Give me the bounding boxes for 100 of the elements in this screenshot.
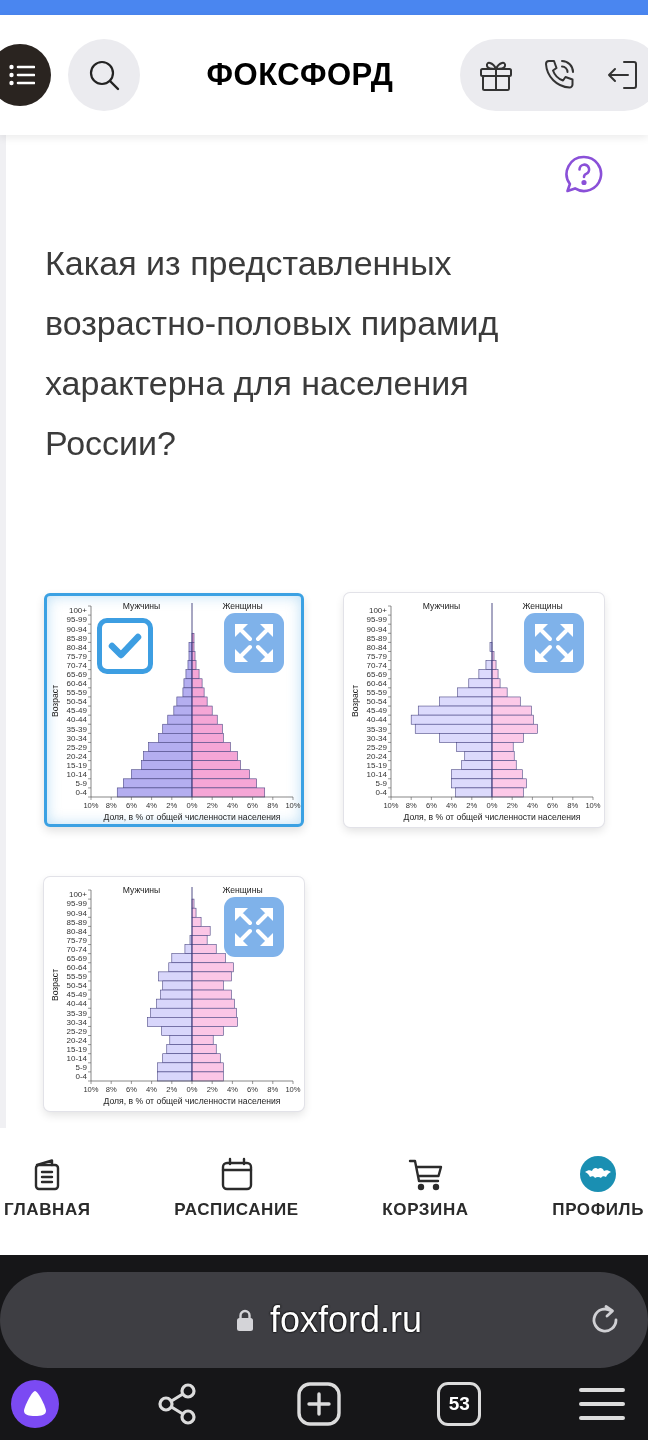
axis-title: Возраст xyxy=(350,684,360,718)
population-bar xyxy=(191,723,223,734)
answer-option[interactable] xyxy=(44,593,304,827)
population-bar xyxy=(157,1062,193,1073)
age-label: 30-34 xyxy=(66,733,87,743)
age-label: 55-59 xyxy=(366,688,387,698)
age-label: 90-94 xyxy=(66,624,87,634)
tabs-button[interactable]: 53 xyxy=(437,1382,482,1426)
new-tab-icon[interactable] xyxy=(296,1382,341,1426)
age-label: 75-79 xyxy=(66,935,87,945)
age-label: 100+ xyxy=(368,606,387,616)
age-label: 70-74 xyxy=(366,660,387,670)
population-bar xyxy=(191,733,224,743)
age-label: 60-64 xyxy=(66,963,87,973)
age-label: 20-24 xyxy=(366,751,387,761)
lock-icon xyxy=(235,1309,254,1331)
population-bar xyxy=(143,751,193,761)
nav-item[interactable]: ПРОФИЛЬ xyxy=(552,1156,644,1220)
url-text: foxford.ru xyxy=(269,1299,423,1341)
population-bar xyxy=(191,760,241,770)
population-bar xyxy=(191,980,224,991)
population-bar xyxy=(191,742,231,752)
population-bar xyxy=(191,714,218,725)
age-label: 5-9 xyxy=(75,1063,87,1073)
chart-annotation: Мужчины xyxy=(122,601,161,611)
age-label: 35-39 xyxy=(66,1008,87,1018)
population-bar xyxy=(451,778,493,789)
population-bar xyxy=(461,760,493,770)
population-bar xyxy=(191,1062,224,1073)
age-label: 0-4 xyxy=(75,788,87,798)
age-label: 50-54 xyxy=(66,981,87,991)
age-label: 95-99 xyxy=(66,615,87,625)
chart-annotation: Женщины xyxy=(222,885,263,895)
nav-item[interactable]: ГЛАВНАЯ xyxy=(4,1156,91,1220)
population-bar xyxy=(123,778,193,789)
age-label: 85-89 xyxy=(366,633,387,643)
age-label: 85-89 xyxy=(66,917,87,927)
age-label: 45-49 xyxy=(66,990,87,1000)
age-label: 45-49 xyxy=(66,706,87,716)
population-bar xyxy=(157,1071,193,1082)
help-icon[interactable] xyxy=(564,154,604,194)
age-label: 75-79 xyxy=(366,651,387,661)
population-bar xyxy=(464,751,493,761)
address-field[interactable]: foxford.ru xyxy=(0,1272,648,1368)
nav-item[interactable]: КОРЗИНА xyxy=(382,1156,469,1220)
age-label: 85-89 xyxy=(66,633,87,643)
age-label: 90-94 xyxy=(366,624,387,634)
axis-title: Возраст xyxy=(50,684,60,718)
population-bar xyxy=(191,769,250,780)
population-bar xyxy=(158,971,193,982)
menu-icon xyxy=(9,64,35,86)
chart-annotation: Мужчины xyxy=(422,601,461,611)
age-label: 80-84 xyxy=(66,926,87,936)
population-bar xyxy=(191,1053,221,1064)
population-bar xyxy=(455,787,493,798)
axis-title: Возраст xyxy=(50,968,60,1002)
population-bar xyxy=(191,705,213,716)
chart-annotation: Женщины xyxy=(222,601,263,611)
population-bar xyxy=(162,723,193,734)
axis-title: Доля, в % от общей численности населения xyxy=(103,1096,281,1106)
logout-icon[interactable] xyxy=(605,58,639,92)
age-label: 80-84 xyxy=(366,642,387,652)
logo-text[interactable]: ФОКСФОРД xyxy=(206,57,394,93)
menu-button[interactable] xyxy=(0,44,51,106)
age-label: 65-69 xyxy=(66,954,87,963)
age-label: 70-74 xyxy=(66,944,87,954)
population-bar xyxy=(158,733,193,743)
population-bar xyxy=(167,714,193,725)
age-label: 15-19 xyxy=(66,760,87,770)
population-bar xyxy=(173,705,193,716)
age-label: 5-9 xyxy=(75,779,87,789)
age-label: 60-64 xyxy=(366,679,387,689)
age-label: 5-9 xyxy=(375,779,387,789)
age-label: 70-74 xyxy=(66,660,87,670)
age-label: 30-34 xyxy=(366,733,387,743)
age-label: 50-54 xyxy=(66,697,87,707)
menu-icon[interactable] xyxy=(578,1386,626,1422)
population-bar xyxy=(131,769,193,780)
population-bar xyxy=(191,778,257,789)
axis-title: Доля, в % от общей численности населения xyxy=(403,812,581,822)
population-bar xyxy=(162,1053,193,1064)
assistant-icon[interactable] xyxy=(11,1380,59,1428)
population-bar xyxy=(191,998,235,1009)
chart-annotation: Мужчины xyxy=(122,885,161,895)
age-label: 75-79 xyxy=(66,651,87,661)
population-bar xyxy=(156,998,193,1009)
age-label: 30-34 xyxy=(66,1017,87,1027)
age-label: 55-59 xyxy=(66,688,87,698)
nav-item[interactable]: РАСПИСАНИЕ xyxy=(174,1156,299,1220)
age-label: 100+ xyxy=(68,606,87,616)
age-label: 95-99 xyxy=(366,615,387,625)
question-text: Какая из представленных возрастно-половых пирамид характерна для населения России? xyxy=(45,243,500,464)
age-label: 45-49 xyxy=(366,706,387,716)
age-label: 15-19 xyxy=(66,1044,87,1054)
age-label: 35-39 xyxy=(366,724,387,734)
population-bar xyxy=(141,760,193,770)
age-label: 20-24 xyxy=(66,1035,87,1045)
checkbox[interactable] xyxy=(97,618,153,674)
age-label: 15-19 xyxy=(366,760,387,770)
checkmark-icon xyxy=(108,633,142,659)
